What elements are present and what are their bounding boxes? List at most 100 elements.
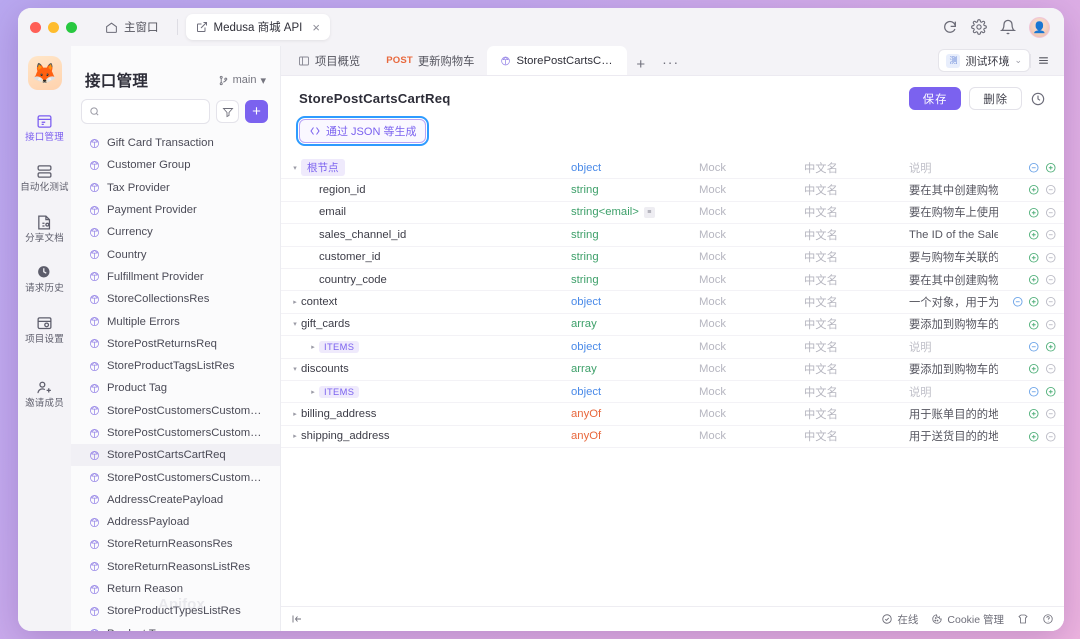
list-item[interactable]: StorePostCustomersCustom…: [71, 400, 280, 422]
chinese-name-cell[interactable]: 中文名: [804, 249, 909, 265]
list-item[interactable]: Product Tag: [71, 377, 280, 399]
table-row[interactable]: email string<email> ≡ Mock中文名要在购物车上使用的电子邮: [281, 202, 1064, 225]
field-type-cell[interactable]: string: [571, 229, 699, 241]
description-cell[interactable]: 要在其中创建购物车的地区: [909, 182, 998, 198]
description-cell[interactable]: 说明: [909, 339, 998, 355]
list-item[interactable]: Product Type: [71, 623, 280, 631]
shirt-icon[interactable]: [1017, 613, 1029, 625]
search-box[interactable]: [81, 99, 210, 124]
expand-caret-icon[interactable]: ▾: [289, 320, 301, 328]
field-type-cell[interactable]: array: [571, 363, 699, 375]
description-cell[interactable]: 说明: [909, 384, 998, 400]
list-item[interactable]: StorePostCustomersCustom…: [71, 466, 280, 488]
table-row[interactable]: region_id string Mock中文名要在其中创建购物车的地区: [281, 179, 1064, 202]
hamburger-icon[interactable]: [1031, 54, 1056, 67]
table-row[interactable]: country_code string Mock中文名要在其中创建购物车的 2 个: [281, 269, 1064, 292]
chinese-name-cell[interactable]: 中文名: [804, 294, 909, 310]
gear-icon[interactable]: [971, 19, 987, 35]
mock-cell[interactable]: Mock: [699, 430, 804, 442]
add-field-icon[interactable]: [1028, 363, 1040, 375]
save-button[interactable]: 保存: [908, 87, 962, 110]
add-field-icon[interactable]: [1028, 184, 1040, 196]
list-item[interactable]: StoreProductTagsListRes: [71, 355, 280, 377]
field-type-cell[interactable]: anyOf: [571, 430, 699, 442]
expand-caret-icon[interactable]: ▸: [289, 410, 301, 418]
field-type-cell[interactable]: string: [571, 251, 699, 263]
table-row[interactable]: ▾discountsarrayMock中文名要添加到购物车的折扣代码: [281, 359, 1064, 381]
collapse-field-icon[interactable]: [1028, 386, 1040, 398]
description-cell[interactable]: 要在其中创建购物车的 2 个: [909, 272, 998, 288]
generate-from-json-button[interactable]: 通过 JSON 等生成: [295, 115, 430, 147]
clock-history-icon[interactable]: [1030, 91, 1046, 107]
add-field-icon[interactable]: [1045, 162, 1057, 174]
description-cell[interactable]: 用于送货目的的地址。: [909, 428, 998, 444]
avatar[interactable]: 👤: [1029, 16, 1050, 38]
field-type-cell[interactable]: string<email> ≡: [571, 206, 699, 218]
new-tab-button[interactable]: +: [627, 56, 654, 75]
sidebar-item-automation-test[interactable]: 自动化测试: [18, 156, 71, 199]
list-item[interactable]: StorePostCartsCartReq: [71, 444, 280, 467]
remove-field-icon[interactable]: [1045, 274, 1057, 286]
sidebar-item-project-settings[interactable]: 项目设置: [18, 308, 71, 351]
collapse-left-icon[interactable]: [291, 613, 303, 625]
list-item[interactable]: StoreCollectionsRes: [71, 288, 280, 310]
maximize-window-button[interactable]: [66, 21, 77, 33]
add-field-icon[interactable]: [1028, 319, 1040, 331]
mock-cell[interactable]: Mock: [699, 408, 804, 420]
field-type-cell[interactable]: object: [571, 162, 699, 174]
table-row[interactable]: ▸contextobjectMock中文名一个对象，用于为购物车指: [281, 291, 1064, 314]
remove-field-icon[interactable]: [1045, 184, 1057, 196]
expand-caret-icon[interactable]: ▸: [307, 388, 319, 396]
mock-cell[interactable]: Mock: [699, 274, 804, 286]
add-api-button[interactable]: +: [245, 100, 268, 123]
chinese-name-cell[interactable]: 中文名: [804, 384, 909, 400]
chinese-name-cell[interactable]: 中文名: [804, 272, 909, 288]
list-item[interactable]: Multiple Errors: [71, 310, 280, 332]
list-item[interactable]: Country: [71, 243, 280, 265]
chinese-name-cell[interactable]: 中文名: [804, 428, 909, 444]
refresh-icon[interactable]: [942, 19, 958, 35]
main-window-tab[interactable]: 主窗口: [95, 14, 169, 40]
collapse-field-icon[interactable]: [1012, 296, 1024, 308]
table-row[interactable]: ▾gift_cardsarrayMock中文名要添加到购物车的礼品卡代: [281, 314, 1064, 337]
mock-cell[interactable]: Mock: [699, 296, 804, 308]
chinese-name-cell[interactable]: 中文名: [804, 182, 909, 198]
add-field-icon[interactable]: [1045, 341, 1057, 353]
chinese-name-cell[interactable]: 中文名: [804, 406, 909, 422]
mock-cell[interactable]: Mock: [699, 341, 804, 353]
mock-cell[interactable]: Mock: [699, 229, 804, 241]
table-row[interactable]: ▸ ITEMS object Mock 中文名 说明: [281, 336, 1064, 359]
description-cell[interactable]: 说明: [909, 160, 998, 176]
add-field-icon[interactable]: [1028, 252, 1040, 264]
search-input[interactable]: [105, 105, 202, 118]
mock-cell[interactable]: Mock: [699, 184, 804, 196]
filter-button[interactable]: [216, 100, 239, 123]
tab-update-cart[interactable]: POST 更新购物车: [373, 46, 487, 75]
expand-caret-icon[interactable]: ▸: [307, 343, 319, 351]
remove-field-icon[interactable]: [1045, 363, 1057, 375]
description-cell[interactable]: 要添加到购物车的折扣代码: [909, 361, 998, 377]
chinese-name-cell[interactable]: 中文名: [804, 361, 909, 377]
list-item[interactable]: StoreReturnReasonsListRes: [71, 556, 280, 578]
description-cell[interactable]: 用于账单目的的地址。: [909, 406, 998, 422]
description-cell[interactable]: The ID of the Sales chann: [909, 229, 998, 241]
description-cell[interactable]: 要在购物车上使用的电子邮: [909, 204, 998, 220]
table-row[interactable]: ▸shipping_addressanyOfMock中文名用于送货目的的地址。: [281, 426, 1064, 449]
remove-field-icon[interactable]: [1045, 431, 1057, 443]
sidebar-item-share-doc[interactable]: 分享文档: [18, 207, 71, 250]
list-item[interactable]: Fulfillment Provider: [71, 266, 280, 288]
project-tab-medusa[interactable]: Medusa 商城 API ×: [185, 14, 330, 40]
collapse-field-icon[interactable]: [1028, 341, 1040, 353]
list-item[interactable]: Tax Provider: [71, 177, 280, 199]
mock-cell[interactable]: Mock: [699, 251, 804, 263]
api-list[interactable]: Gift Card Transaction Customer Group Tax P…: [71, 132, 280, 631]
mock-cell[interactable]: Mock: [699, 386, 804, 398]
mock-cell[interactable]: Mock: [699, 206, 804, 218]
tab-more-button[interactable]: ···: [654, 54, 687, 75]
table-row[interactable]: ▾ 根节点 object Mock 中文名 说明: [281, 157, 1064, 180]
mock-cell[interactable]: Mock: [699, 318, 804, 330]
add-field-icon[interactable]: [1028, 431, 1040, 443]
sidebar-item-api-manage[interactable]: 接口管理: [18, 106, 71, 149]
table-row[interactable]: ▸billing_addressanyOfMock中文名用于账单目的的地址。: [281, 403, 1064, 426]
cookie-manager[interactable]: Cookie 管理: [931, 612, 1004, 627]
